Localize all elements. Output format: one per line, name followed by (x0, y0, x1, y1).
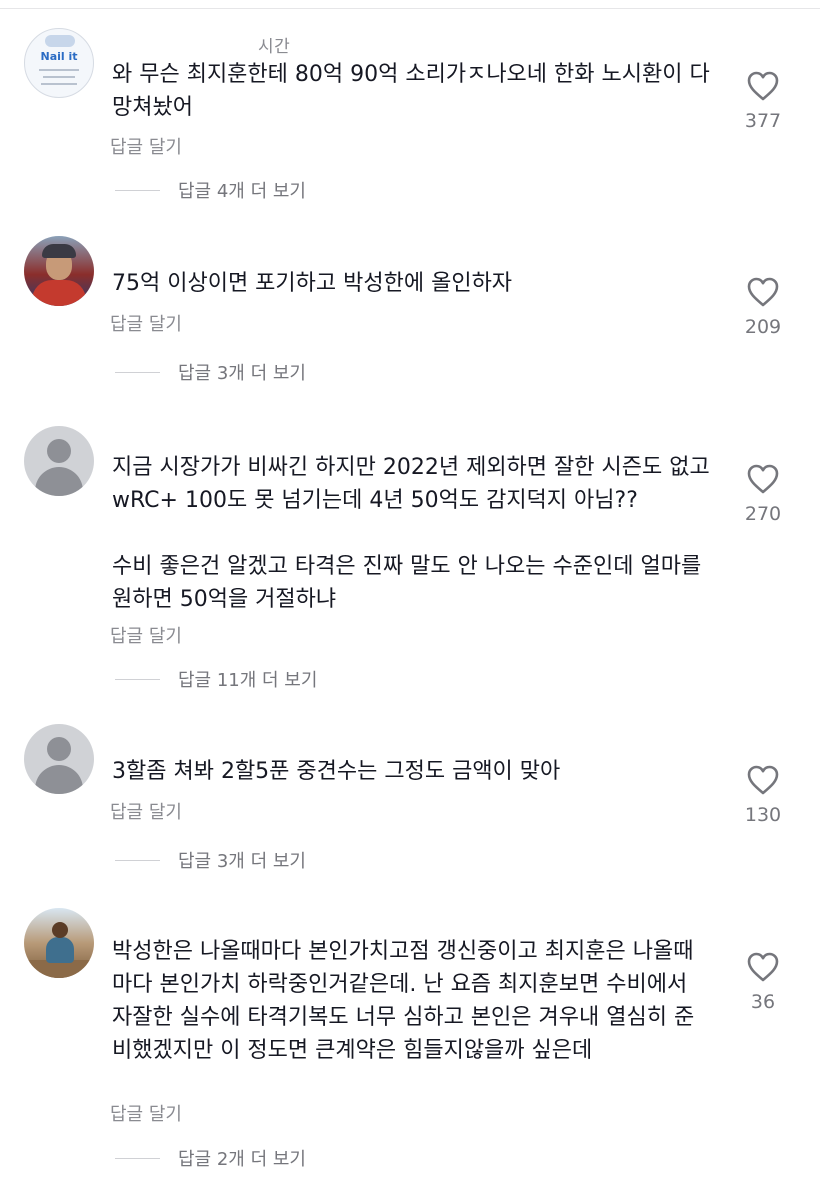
reply-button[interactable]: 답글 달기 (110, 133, 182, 159)
divider-line (115, 1157, 160, 1159)
avatar-decoration (46, 937, 74, 963)
view-more-replies-button[interactable]: 답글 4개 더 보기 (115, 178, 306, 202)
heart-outline-icon (747, 765, 779, 795)
divider-line (115, 859, 160, 861)
like-button[interactable]: 270 (728, 463, 798, 525)
like-count: 36 (750, 991, 776, 1013)
like-count: 377 (744, 110, 782, 132)
avatar-decoration (52, 922, 68, 938)
view-more-replies-button[interactable]: 답글 3개 더 보기 (115, 360, 306, 384)
avatar-decoration (43, 76, 75, 78)
avatar-decoration (41, 83, 77, 85)
like-button[interactable]: 209 (728, 276, 798, 338)
view-more-replies-button[interactable]: 답글 3개 더 보기 (115, 848, 306, 872)
avatar-decoration (42, 244, 76, 258)
avatar-decoration (32, 280, 86, 306)
reply-button[interactable]: 답글 달기 (110, 1100, 182, 1126)
comment-text: 박성한은 나올때마다 본인가치고점 갱신중이고 최지훈은 나올때마다 본인가치 … (112, 939, 695, 1063)
heart-outline-icon (747, 71, 779, 101)
divider-line (115, 678, 160, 680)
avatar-decoration (45, 35, 75, 47)
heart-outline-icon (747, 952, 779, 982)
like-count: 209 (744, 316, 782, 338)
like-count: 270 (744, 503, 782, 525)
view-more-replies-label: 답글 3개 더 보기 (178, 851, 306, 872)
like-button[interactable]: 36 (728, 951, 798, 1013)
avatar-shoulders-shape (35, 467, 83, 496)
heart-outline-icon (747, 277, 779, 307)
avatar-logo-text: Nail it (40, 50, 78, 63)
default-avatar-icon[interactable] (24, 724, 94, 794)
avatar-shoulders-shape (35, 765, 83, 794)
reply-button[interactable]: 답글 달기 (110, 622, 182, 648)
comment-text: 지금 시장가가 비싸긴 하지만 2022년 제외하면 잘한 시즌도 없고 wRC… (112, 455, 710, 513)
like-count: 130 (744, 804, 782, 826)
user-avatar[interactable]: Nail it (24, 28, 94, 98)
default-avatar-icon[interactable] (24, 426, 94, 496)
like-button[interactable]: 130 (728, 764, 798, 826)
view-more-replies-button[interactable]: 답글 2개 더 보기 (115, 1146, 306, 1170)
view-more-replies-button[interactable]: 답글 11개 더 보기 (115, 667, 317, 691)
user-avatar[interactable] (24, 908, 94, 978)
view-more-replies-label: 답글 11개 더 보기 (178, 670, 318, 691)
user-avatar[interactable] (24, 236, 94, 306)
divider-line (115, 371, 160, 373)
comment-text: 75억 이상이면 포기하고 박성한에 올인하자 (112, 271, 513, 296)
avatar-head-shape (47, 439, 71, 463)
top-divider (0, 8, 820, 9)
avatar-head-shape (47, 737, 71, 761)
view-more-replies-label: 답글 2개 더 보기 (178, 1149, 306, 1170)
reply-button[interactable]: 답글 달기 (110, 798, 182, 824)
avatar-decoration (39, 69, 79, 71)
comment-text: 3할좀 쳐봐 2할5푼 중견수는 그정도 금액이 맞아 (112, 759, 561, 784)
heart-outline-icon (747, 464, 779, 494)
view-more-replies-label: 답글 3개 더 보기 (178, 363, 306, 384)
view-more-replies-label: 답글 4개 더 보기 (178, 181, 306, 202)
reply-button[interactable]: 답글 달기 (110, 310, 182, 336)
divider-line (115, 189, 160, 191)
comment-text: 와 무슨 최지훈한테 80억 90억 소리가ㅈ나오네 한화 노시환이 다 망쳐놨… (112, 62, 710, 120)
comment-username[interactable]: 시간 (258, 32, 290, 57)
like-button[interactable]: 377 (728, 70, 798, 132)
comment-text-continued: 수비 좋은건 알겠고 타격은 진짜 말도 안 나오는 수준인데 얼마를 원하면 … (112, 554, 702, 612)
